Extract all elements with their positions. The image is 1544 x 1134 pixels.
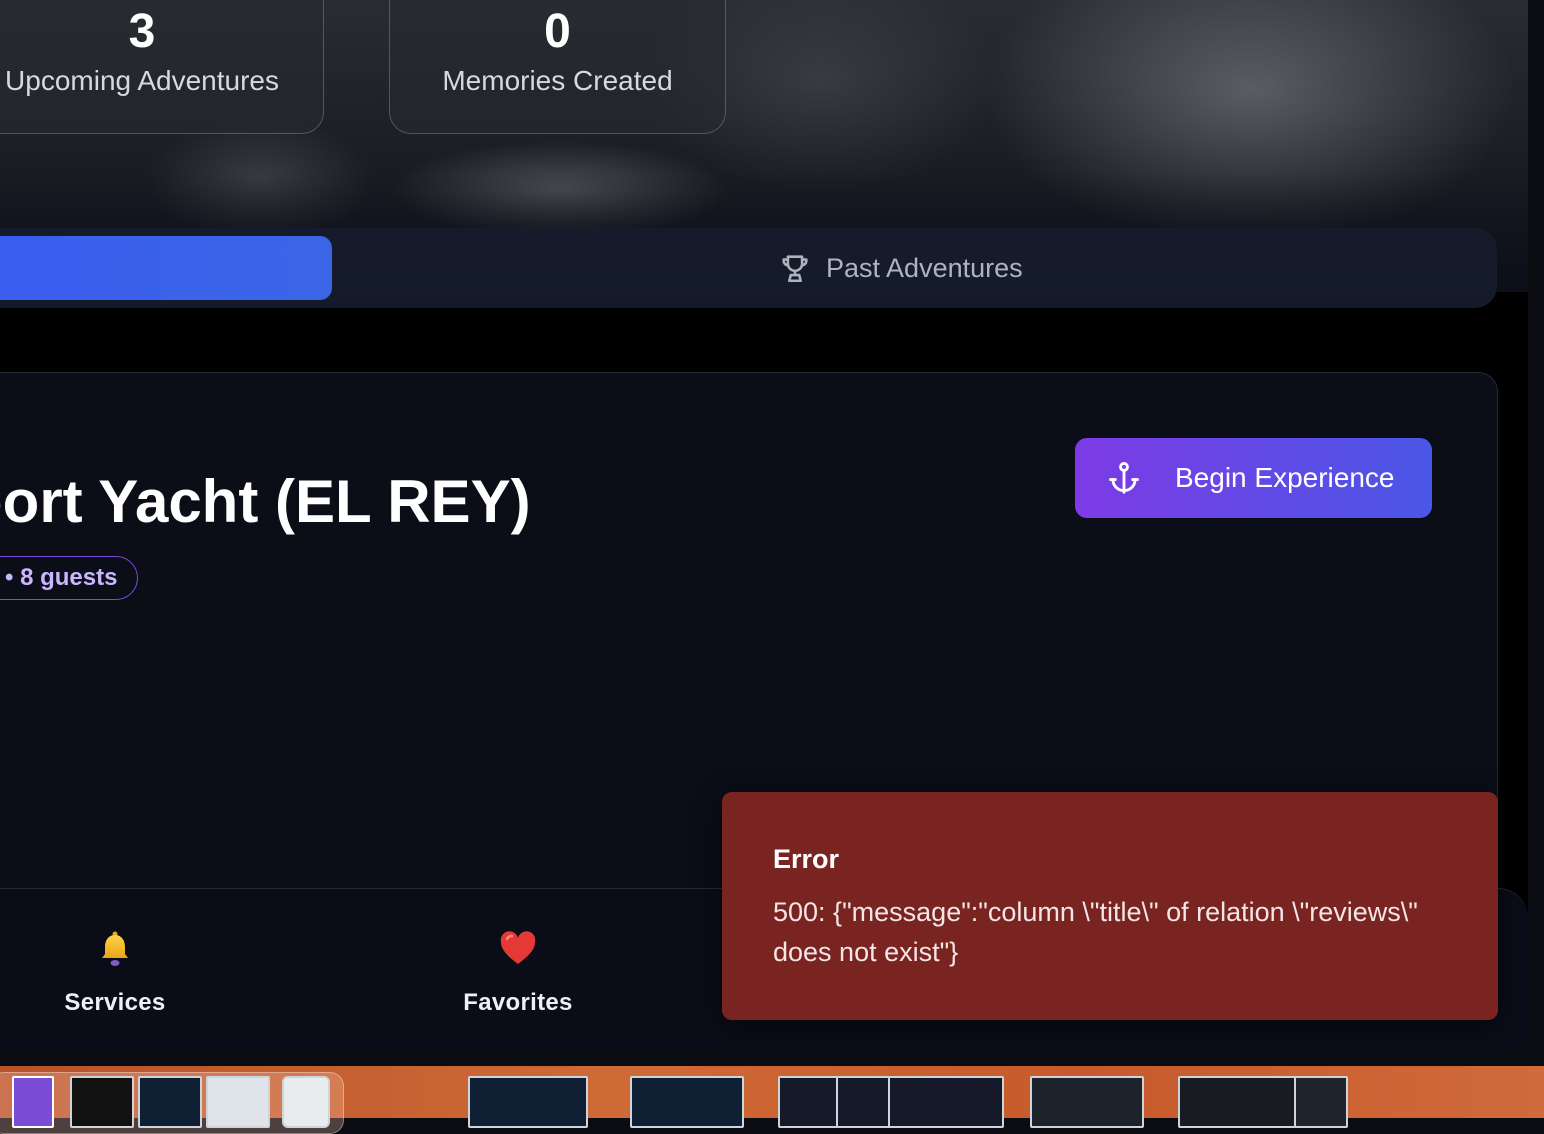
stat-label: Upcoming Adventures [5, 65, 279, 96]
dock-window-thumbnail[interactable] [1294, 1076, 1348, 1128]
app-window: 3 Upcoming Adventures 0 Memories Created… [0, 0, 1528, 1052]
error-title: Error [773, 844, 840, 874]
dock-window-thumbnail[interactable] [836, 1076, 892, 1128]
guest-count-badge: • 8 guests [0, 556, 139, 600]
dock-app-icon[interactable] [12, 1076, 54, 1128]
dock-window-thumbnail[interactable] [468, 1076, 588, 1128]
stat-value: 0 [544, 5, 571, 58]
trash-icon[interactable] [282, 1076, 330, 1128]
guest-count: • 8 guests [5, 564, 118, 591]
anchor-icon [1109, 462, 1139, 494]
macos-dock [0, 1066, 1544, 1134]
dock-window-thumbnail[interactable] [138, 1076, 202, 1128]
error-toast: Error 500: {"message":"column \"title\" … [722, 792, 1498, 1020]
nav-services-label: Services [64, 989, 166, 1016]
nav-favorites-label: Favorites [463, 989, 573, 1016]
stat-upcoming-adventures: 3 Upcoming Adventures [0, 0, 324, 134]
tab-past-adventures[interactable]: Past Adventures [778, 248, 1023, 288]
dock-window-thumbnail[interactable] [778, 1076, 838, 1128]
dock-app-icon[interactable] [70, 1076, 134, 1128]
tab-past-label: Past Adventures [826, 252, 1023, 283]
tab-upcoming[interactable] [0, 236, 332, 300]
trophy-icon [782, 255, 808, 283]
bell-icon [102, 931, 128, 966]
stat-value: 3 [128, 5, 156, 58]
dock-window-thumbnail[interactable] [1030, 1076, 1144, 1128]
adventure-tabs: Past Adventures [0, 228, 1497, 308]
dock-window-thumbnail[interactable] [888, 1076, 1004, 1128]
stat-memories-created: 0 Memories Created [389, 0, 726, 134]
error-message: 500: {"message":"column \"title\" of rel… [773, 897, 1418, 967]
yacht-title: Sport Yacht (EL REY) [0, 468, 531, 535]
nav-favorites[interactable]: Favorites [418, 889, 618, 1052]
dock-window-thumbnail[interactable] [1178, 1076, 1296, 1128]
stat-label: Memories Created [442, 65, 673, 96]
begin-experience-label: Begin Experience [1175, 462, 1395, 493]
dock-window-thumbnail[interactable] [206, 1076, 270, 1128]
begin-experience-button[interactable]: Begin Experience [1075, 438, 1432, 518]
heart-icon [500, 931, 536, 964]
nav-services[interactable]: Services [15, 889, 215, 1052]
dock-window-thumbnail[interactable] [630, 1076, 744, 1128]
